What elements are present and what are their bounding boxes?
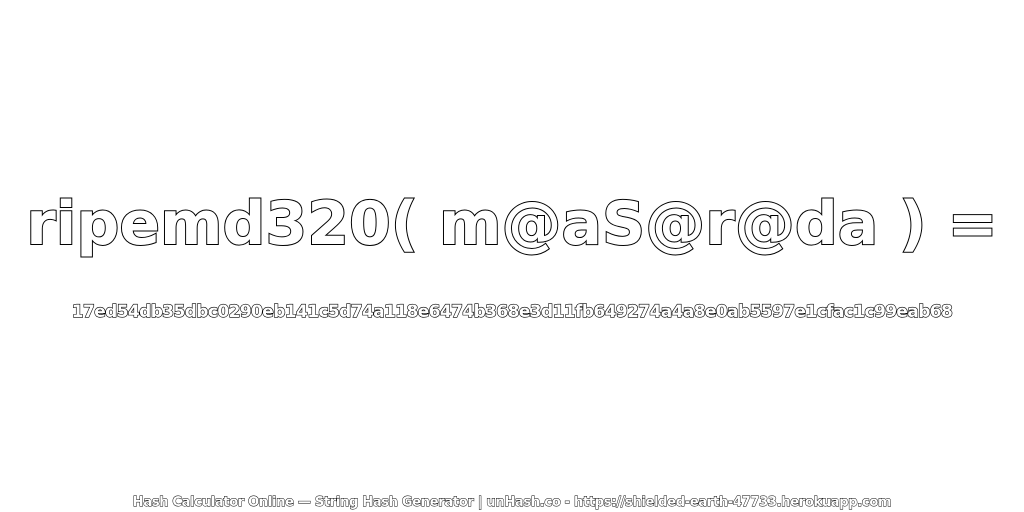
site-footer-credit: Hash Calculator Online — String Hash Gen… bbox=[132, 495, 892, 511]
hash-expression-heading: ripemd320( m@aS@r@da ) = bbox=[25, 188, 999, 260]
hash-result-value: 17ed54db35dbc0290eb141c5d74a118e6474b368… bbox=[71, 301, 953, 322]
